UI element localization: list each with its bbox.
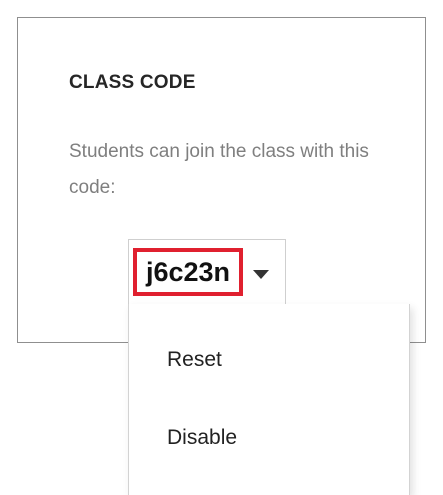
- caret-down-icon[interactable]: [253, 270, 269, 279]
- class-code-description: Students can join the class with this co…: [69, 141, 369, 198]
- class-code-menu: Reset Disable: [128, 304, 410, 495]
- class-code-title: CLASS CODE: [69, 72, 196, 93]
- menu-item-disable[interactable]: Disable: [167, 426, 237, 450]
- class-code-dropdown[interactable]: j6c23n: [128, 239, 286, 305]
- menu-item-reset[interactable]: Reset: [167, 348, 222, 372]
- class-code-value: j6c23n: [133, 248, 243, 296]
